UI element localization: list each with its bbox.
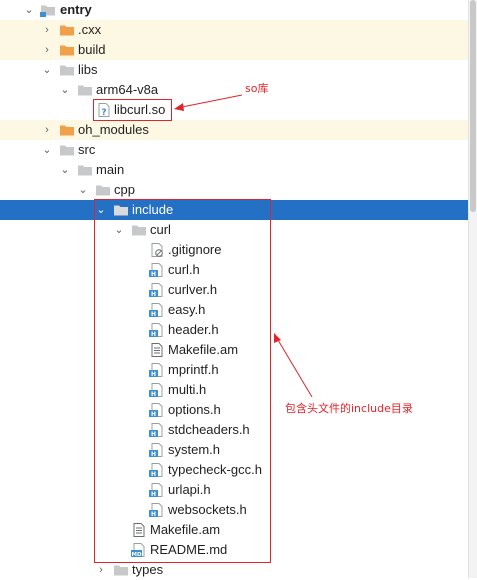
tree-label: src xyxy=(78,142,96,157)
tree-row-libs[interactable]: ⌄ libs xyxy=(0,60,468,80)
chevron-right-icon[interactable]: › xyxy=(40,40,54,60)
tree-label: types xyxy=(132,562,164,577)
folder-icon xyxy=(113,563,129,577)
chevron-down-icon[interactable]: ⌄ xyxy=(40,60,54,80)
tree-row-libcurl[interactable]: libcurl.so xyxy=(0,100,468,120)
tree-row-oh-modules[interactable]: › oh_modules xyxy=(0,120,468,140)
tree-row-entry[interactable]: ⌄ entry xyxy=(0,0,468,20)
libcurl-highlight-box xyxy=(93,99,172,121)
chevron-right-icon[interactable]: › xyxy=(40,20,54,40)
module-folder-icon xyxy=(40,3,56,17)
tree-label: main xyxy=(96,162,125,177)
folder-icon xyxy=(59,63,75,77)
folder-icon xyxy=(95,183,111,197)
excluded-folder-icon xyxy=(59,123,75,137)
tree-label: arm64-v8a xyxy=(96,82,159,97)
tree-row-build[interactable]: › build xyxy=(0,40,468,60)
chevron-down-icon[interactable]: ⌄ xyxy=(58,160,72,180)
chevron-down-icon[interactable]: ⌄ xyxy=(76,180,90,200)
tree-row-arm64[interactable]: ⌄ arm64-v8a xyxy=(0,80,468,100)
scrollbar-thumb[interactable] xyxy=(470,0,476,212)
excluded-folder-icon xyxy=(59,23,75,37)
tree-label: cpp xyxy=(114,182,135,197)
include-highlight-box xyxy=(94,199,271,563)
tree-row-cpp[interactable]: ⌄ cpp xyxy=(0,180,468,200)
excluded-folder-icon xyxy=(59,43,75,57)
tree-row-src[interactable]: ⌄ src xyxy=(0,140,468,160)
chevron-down-icon[interactable]: ⌄ xyxy=(22,0,36,20)
folder-icon xyxy=(77,163,93,177)
chevron-down-icon[interactable]: ⌄ xyxy=(58,80,72,100)
tree-label: entry xyxy=(60,2,92,17)
tree-label: .cxx xyxy=(78,22,102,37)
include-annotation-label: 包含头文件的include目录 xyxy=(285,402,413,415)
chevron-down-icon[interactable]: ⌄ xyxy=(40,140,54,160)
tree-label: build xyxy=(78,42,106,57)
tree-row-cxx[interactable]: › .cxx xyxy=(0,20,468,40)
tree-label: libs xyxy=(78,62,98,77)
tree-row-types[interactable]: › types xyxy=(0,560,468,580)
tree-row-main[interactable]: ⌄ main xyxy=(0,160,468,180)
folder-icon xyxy=(77,83,93,97)
vertical-scrollbar[interactable] xyxy=(468,0,477,578)
chevron-right-icon[interactable]: › xyxy=(40,120,54,140)
chevron-right-icon[interactable]: › xyxy=(94,560,108,580)
so-annotation-label: so库 xyxy=(245,82,269,95)
tree-label: oh_modules xyxy=(78,122,149,137)
folder-icon xyxy=(59,143,75,157)
